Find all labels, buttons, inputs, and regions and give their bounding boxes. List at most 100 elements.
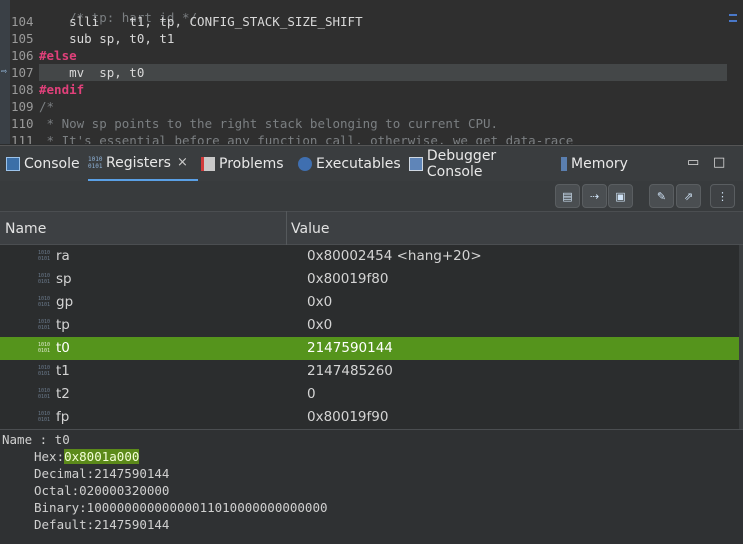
code-line[interactable]: 105 sub sp, t0, t1 [0,30,743,47]
code-text: * It's essential before any function cal… [39,133,574,144]
remove-register-group-icon[interactable]: ▣ [608,184,633,208]
add-register-group-icon[interactable]: ▤ [555,184,580,208]
register-value[interactable]: 0x0 [307,314,332,337]
code-editor[interactable]: /* tp: hart id */ 104 slli t1, tp, CONFI… [0,0,743,144]
table-row[interactable]: 1010 0101 ra 0x80002454 <hang+20> [0,245,743,268]
pin-view-icon[interactable]: ⇗ [676,184,701,208]
code-text: #else [39,48,77,63]
table-row[interactable]: 1010 0101 tp 0x0 [0,314,743,337]
registers-table-header: Name Value [0,211,743,245]
register-icon: 1010 0101 [38,273,51,285]
tab-label: Console [24,156,80,172]
register-value[interactable]: 0x80019f90 [307,406,388,429]
register-name: t1 [56,363,70,379]
code-line[interactable]: 109 /* [0,98,743,115]
code-line[interactable]: ⇨ 107 mv sp, t0 [0,64,743,81]
detail-hex-label: Hex: [34,449,65,464]
register-value[interactable]: 0x0 [307,291,332,314]
registers-icon: 1010 0101 [88,155,103,170]
column-header-value[interactable]: Value [291,212,329,246]
overview-ruler-mark[interactable] [729,14,737,16]
tab-label: Memory [571,156,628,172]
register-icon: 1010 0101 [38,296,51,308]
code-line-fragment: /* tp: hart id */ [0,0,743,25]
detail-hex-line: Hex:0x8001a000 [34,448,140,465]
close-tab-icon[interactable]: × [177,155,188,170]
register-detail-pane[interactable]: Name : t0 Hex:0x8001a000 Decimal:2147590… [0,429,743,544]
register-name: gp [56,294,74,310]
register-value[interactable]: 2147485260 [307,360,393,383]
line-number: 111 [11,133,34,144]
detail-binary-line: Binary:10000000000000011010000000000000 [34,500,328,515]
table-row[interactable]: 1010 0101 fp 0x80019f90 [0,406,743,429]
line-number: 106 [11,48,34,63]
detail-hex-value: 0x8001a000 [64,449,140,464]
code-line[interactable]: 108 #endif [0,81,743,98]
code-line[interactable]: 106 #else [0,47,743,64]
detail-decimal-line: Decimal:2147590144 [34,466,170,481]
register-icon: 1010 0101 [38,411,51,423]
code-text: /* [39,99,55,114]
detail-default-line: Default:2147590144 [34,517,170,532]
vertical-scrollbar[interactable] [739,245,743,429]
register-icon: 1010 0101 [38,250,51,262]
line-number: 105 [11,31,34,46]
register-name: ra [56,248,70,264]
console-icon [6,157,20,171]
line-number: 108 [11,82,34,97]
detail-name-line: Name : t0 [2,432,70,447]
code-line[interactable]: 111 * It's essential before any function… [0,132,743,144]
register-value[interactable]: 2147590144 [307,337,393,360]
edit-register-group-icon[interactable]: ⇢ [582,184,607,208]
tab-memory[interactable]: Memory [561,146,637,182]
table-row[interactable]: 1010 0101 t2 0 [0,383,743,406]
instruction-pointer-icon[interactable]: ⇨ [1,65,10,79]
registers-table[interactable]: 1010 0101 ra 0x80002454 <hang+20> 1010 0101 sp… [0,245,743,429]
tab-registers[interactable]: 1010 0101 Registers × [88,146,198,182]
maximize-icon[interactable]: □ [713,155,725,170]
code-text: mv sp, t0 [39,65,145,80]
tab-problems[interactable]: Problems [201,146,291,182]
line-number: 110 [11,116,34,131]
tab-executables[interactable]: Executables [298,146,402,182]
memory-icon [561,157,567,171]
register-value[interactable]: 0x80002454 <hang+20> [307,245,482,268]
line-number: 109 [11,99,34,114]
minimize-icon[interactable]: ▭ [687,155,699,170]
register-name: tp [56,317,70,333]
table-row[interactable]: 1010 0101 sp 0x80019f80 [0,268,743,291]
view-menu-icon[interactable]: ⋮ [710,184,735,208]
code-text: sub sp, t0, t1 [39,31,175,46]
code-line[interactable]: 110 * Now sp points to the right stack b… [0,115,743,132]
overview-ruler-mark[interactable] [729,20,737,22]
table-row[interactable]: 1010 0101 t1 2147485260 [0,360,743,383]
register-icon: 1010 0101 [38,365,51,377]
tab-label: Registers [106,154,171,171]
executables-icon [298,157,312,171]
register-name: t2 [56,386,70,402]
line-number: 104 [11,14,34,29]
problems-icon [201,157,215,171]
code-text: * Now sp points to the right stack belon… [39,116,499,131]
table-row[interactable]: 1010 0101 gp 0x0 [0,291,743,314]
new-view-icon[interactable]: ✎ [649,184,674,208]
detail-octal-line: Octal:020000320000 [34,483,170,498]
registers-toolbar: ▤ ⇢ ▣ ✎ ⇗ ⋮ [0,181,743,211]
column-header-name[interactable]: Name [5,212,46,246]
register-icon: 1010 0101 [38,388,51,400]
tab-console[interactable]: Console [6,146,84,182]
register-name: sp [56,271,72,287]
line-number: 107 [11,65,34,80]
register-icon: 1010 0101 [38,319,51,331]
table-row[interactable]: 1010 0101 t0 2147590144 [0,337,739,360]
column-divider[interactable] [286,211,287,245]
tab-label: Problems [219,156,284,172]
code-text: slli t1, tp, CONFIG_STACK_SIZE_SHIFT [39,14,363,29]
register-name: t0 [56,340,70,356]
register-name: fp [56,409,70,425]
register-value[interactable]: 0 [307,383,316,406]
tab-debugger-console[interactable]: Debugger Console [409,146,555,182]
register-value[interactable]: 0x80019f80 [307,268,388,291]
code-text: #endif [39,82,85,97]
code-line[interactable]: 104 slli t1, tp, CONFIG_STACK_SIZE_SHIFT [0,13,743,30]
